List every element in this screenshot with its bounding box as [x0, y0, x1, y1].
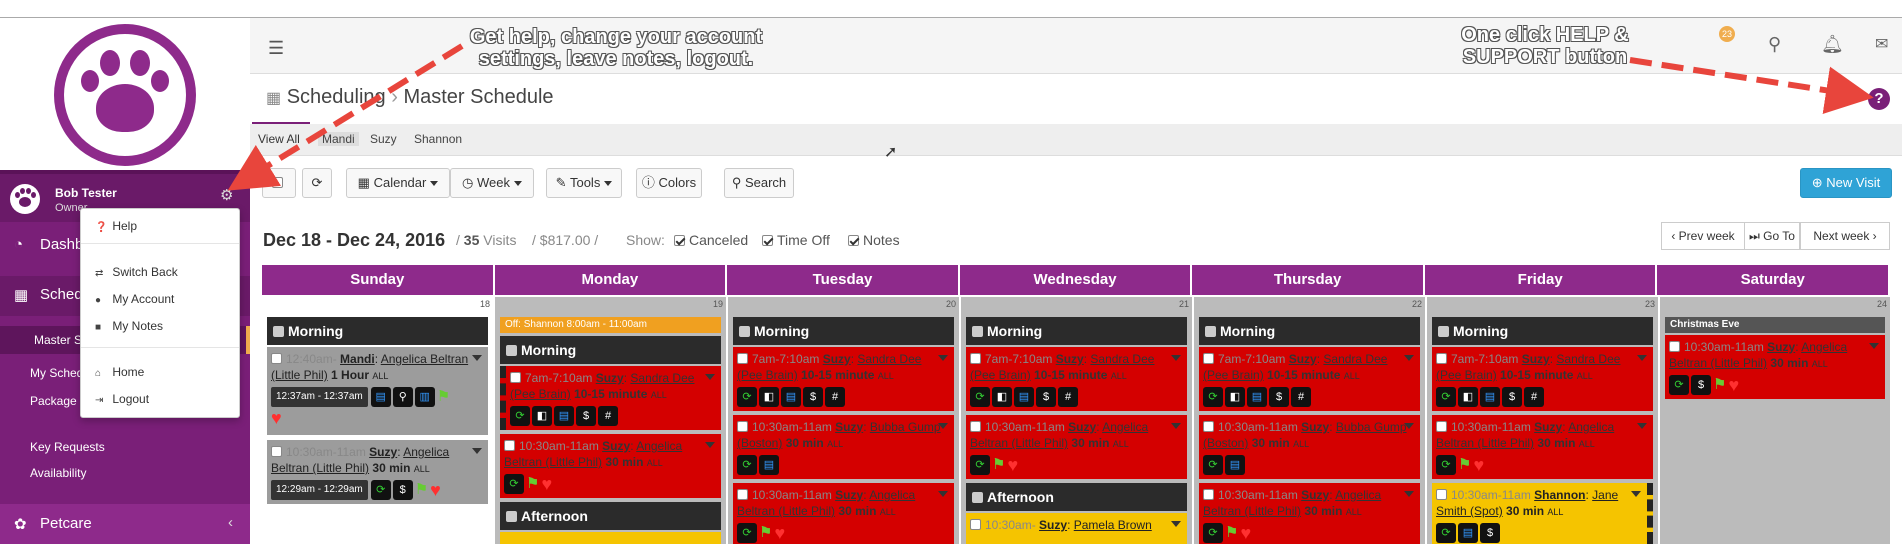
annotation-arrows — [227, 43, 1874, 191]
annotation-arrow-right — [1629, 57, 1874, 115]
annotation-arrow-left — [227, 43, 464, 191]
annotation-right: One click HELP & SUPPORT button — [1461, 24, 1629, 68]
annotation-left: Get help, change your account settings, … — [469, 26, 763, 70]
